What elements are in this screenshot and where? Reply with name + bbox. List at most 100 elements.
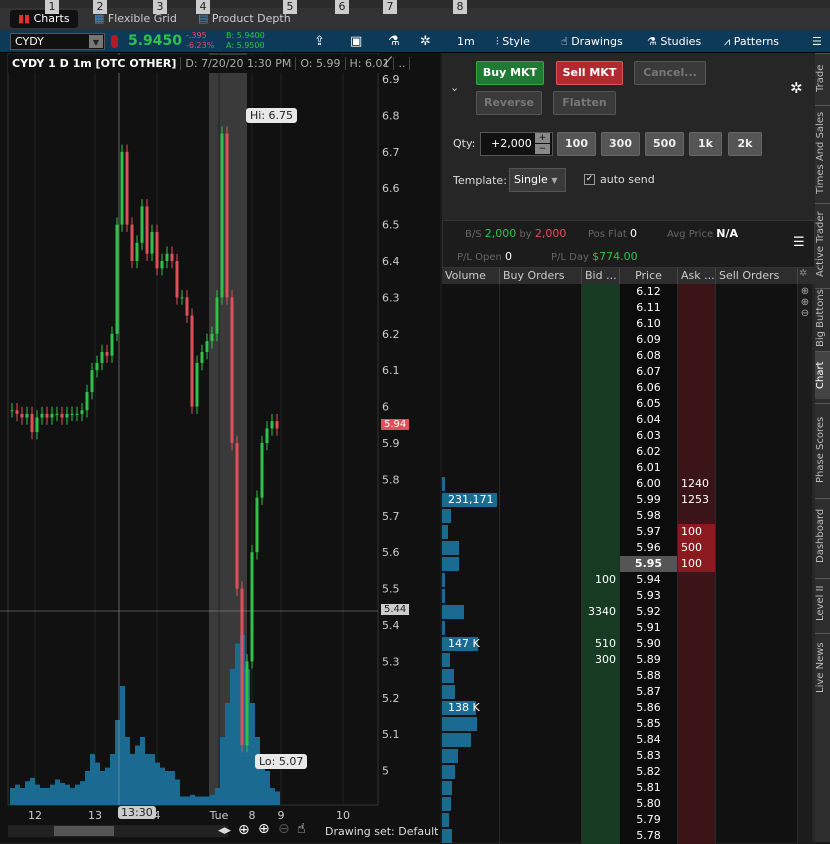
sell-orders-cell[interactable] (716, 556, 798, 572)
buy-orders-cell[interactable] (500, 620, 582, 636)
ask-size-cell[interactable] (678, 300, 716, 316)
buy-orders-cell[interactable] (500, 556, 582, 572)
column-header[interactable]: Ask ... (678, 268, 716, 284)
sell-orders-cell[interactable] (716, 668, 798, 684)
side-tab[interactable]: Dashboard (815, 498, 830, 573)
sell-orders-cell[interactable] (716, 796, 798, 812)
ladder-row[interactable]: 5.85 (442, 716, 798, 732)
buy-orders-cell[interactable] (500, 636, 582, 652)
bid-size-cell[interactable]: 100 (582, 572, 620, 588)
column-header[interactable]: Sell Orders (716, 268, 798, 284)
ladder-scrollbar[interactable]: ⊕ ⊕ ⊖ (798, 284, 812, 842)
ask-size-cell[interactable] (678, 684, 716, 700)
bid-size-cell[interactable] (582, 764, 620, 780)
ask-size-cell[interactable] (678, 396, 716, 412)
ladder-row[interactable]: 6.03 (442, 428, 798, 444)
buy-orders-cell[interactable] (500, 588, 582, 604)
ladder-row[interactable]: 100 5.94 (442, 572, 798, 588)
ladder-row[interactable]: 5.82 (442, 764, 798, 780)
qty-preset-button[interactable]: 100 (557, 132, 596, 156)
settings-icon[interactable]: ✲ (420, 33, 431, 50)
sell-orders-cell[interactable] (716, 284, 798, 300)
bid-size-cell[interactable] (582, 300, 620, 316)
ladder-row[interactable]: 5.79 (442, 812, 798, 828)
column-header[interactable]: Bid ... (582, 268, 620, 284)
ask-size-cell[interactable] (678, 444, 716, 460)
ladder-row[interactable]: 6.09 (442, 332, 798, 348)
sell-orders-cell[interactable] (716, 444, 798, 460)
sell-orders-cell[interactable] (716, 476, 798, 492)
bid-size-cell[interactable] (582, 460, 620, 476)
ladder-row[interactable]: 6.02 (442, 444, 798, 460)
ladder-row[interactable]: 6.12 (442, 284, 798, 300)
bid-size-cell[interactable] (582, 508, 620, 524)
sell-orders-cell[interactable] (716, 380, 798, 396)
bid-size-cell[interactable]: 300 (582, 652, 620, 668)
chart-scrollbar[interactable] (8, 825, 228, 837)
ladder-row[interactable]: 6.06 (442, 380, 798, 396)
sell-orders-cell[interactable] (716, 412, 798, 428)
bid-size-cell[interactable] (582, 780, 620, 796)
ladder-row[interactable]: 300 5.89 (442, 652, 798, 668)
tab-charts[interactable]: ▮▮ Charts (10, 10, 78, 28)
ladder-row[interactable]: 5.95 100 (442, 556, 798, 572)
flask-icon[interactable]: ⚗ (388, 33, 400, 50)
ladder-row[interactable]: 6.07 (442, 364, 798, 380)
bid-size-cell[interactable] (582, 700, 620, 716)
ask-size-cell[interactable] (678, 460, 716, 476)
buy-orders-cell[interactable] (500, 796, 582, 812)
sell-orders-cell[interactable] (716, 604, 798, 620)
bid-size-cell[interactable] (582, 492, 620, 508)
sell-orders-cell[interactable] (716, 492, 798, 508)
flatten-button[interactable]: Flatten (553, 91, 616, 115)
bid-size-cell[interactable] (582, 348, 620, 364)
ladder-row[interactable]: 5.80 (442, 796, 798, 812)
qty-decrement[interactable]: − (535, 144, 550, 154)
sell-orders-cell[interactable] (716, 732, 798, 748)
sell-orders-cell[interactable] (716, 524, 798, 540)
buy-orders-cell[interactable] (500, 764, 582, 780)
expand-icon[interactable]: ◂▸ (218, 823, 231, 838)
buy-orders-cell[interactable] (500, 284, 582, 300)
sell-orders-cell[interactable] (716, 716, 798, 732)
bid-size-cell[interactable] (582, 540, 620, 556)
pan-hand-icon[interactable]: ☝ (297, 821, 306, 837)
buy-orders-cell[interactable] (500, 748, 582, 764)
ladder-row[interactable]: 5.97 100 (442, 524, 798, 540)
sell-orders-cell[interactable] (716, 812, 798, 828)
side-tab[interactable]: Big Buttons (815, 288, 830, 348)
sell-orders-cell[interactable] (716, 508, 798, 524)
ladder-row[interactable]: 6.05 (442, 396, 798, 412)
bid-size-cell[interactable] (582, 444, 620, 460)
buy-orders-cell[interactable] (500, 668, 582, 684)
ask-size-cell[interactable] (678, 652, 716, 668)
bid-size-cell[interactable] (582, 332, 620, 348)
center-icon[interactable]: ⊕ (798, 286, 812, 297)
ask-size-cell[interactable] (678, 764, 716, 780)
buy-orders-cell[interactable] (500, 332, 582, 348)
price-chart[interactable]: 6.9 6.8 6.7 6.6 6.5 6.4 6.3 6.2 6.1 6 5.9 5.8 5.7 5.6… (0, 53, 440, 842)
sell-orders-cell[interactable] (716, 460, 798, 476)
ask-size-cell[interactable]: 100 (678, 524, 716, 540)
ask-size-cell[interactable] (678, 588, 716, 604)
ladder-row[interactable]: 231,171 5.99 1253 (442, 492, 798, 508)
ask-size-cell[interactable] (678, 780, 716, 796)
buy-orders-cell[interactable] (500, 492, 582, 508)
sell-orders-cell[interactable] (716, 348, 798, 364)
zoom-in-icon[interactable]: ⊕ (798, 297, 812, 308)
column-header[interactable]: Price (620, 268, 678, 284)
ask-size-cell[interactable] (678, 700, 716, 716)
sell-orders-cell[interactable] (716, 428, 798, 444)
ladder-row[interactable]: 5.98 (442, 508, 798, 524)
buy-orders-cell[interactable] (500, 476, 582, 492)
side-tab[interactable]: Active Trader (815, 203, 830, 285)
ladder-row[interactable]: 6.11 (442, 300, 798, 316)
link-color-icon[interactable] (111, 35, 118, 48)
list-menu-icon[interactable]: ☰ (793, 235, 805, 250)
ask-size-cell[interactable] (678, 508, 716, 524)
buy-orders-cell[interactable] (500, 652, 582, 668)
ask-size-cell[interactable] (678, 364, 716, 380)
ask-size-cell[interactable] (678, 796, 716, 812)
sell-orders-cell[interactable] (716, 748, 798, 764)
bid-size-cell[interactable] (582, 812, 620, 828)
